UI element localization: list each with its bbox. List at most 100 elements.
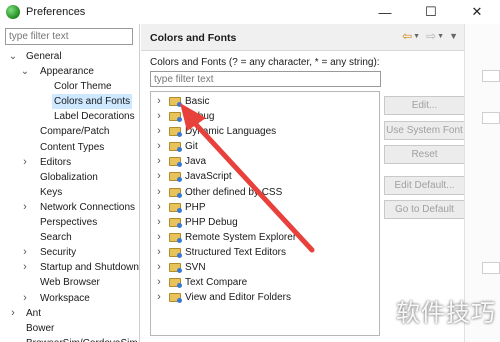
font-category-icon	[169, 172, 182, 183]
tree-item[interactable]: Globalization	[0, 170, 139, 185]
title-bar: Preferences — ☐ ✕	[0, 0, 500, 24]
list-item[interactable]: › Remote System Explorer	[151, 230, 379, 245]
edit-button[interactable]: Edit...	[384, 96, 465, 115]
tree-filter-input[interactable]	[5, 28, 133, 45]
go-to-default-button[interactable]: Go to Default	[384, 200, 465, 219]
expand-chevron-icon[interactable]: ›	[155, 215, 163, 230]
colors-filter-input[interactable]	[150, 71, 381, 87]
tree-item-label: Workspace	[40, 292, 90, 304]
list-item-label: JavaScript	[185, 171, 232, 183]
page-title: Colors and Fonts	[150, 32, 237, 44]
preferences-tree-panel: ⌄ General ⌄ Appearance Color ThemeColors and…	[0, 24, 140, 342]
tree-item[interactable]: › Network Connections	[0, 200, 139, 215]
tree-item-label: Label Decorations	[54, 111, 135, 123]
list-item[interactable]: › Debug	[151, 109, 379, 124]
tree-item[interactable]: Keys	[0, 185, 139, 200]
list-item[interactable]: › Basic	[151, 94, 379, 109]
forward-dropdown-icon[interactable]: ▼	[437, 33, 444, 40]
tree-item-label: Content Types	[40, 141, 105, 153]
tree-item[interactable]: Perspectives	[0, 215, 139, 230]
collapse-chevron-icon[interactable]: ›	[8, 306, 18, 321]
back-dropdown-icon[interactable]: ▼	[413, 33, 420, 40]
font-category-icon	[169, 232, 182, 243]
back-arrow-icon[interactable]: ⇦	[402, 29, 412, 43]
tree-item-label: Colors and Fonts	[52, 94, 133, 110]
list-item[interactable]: › Git	[151, 139, 379, 154]
close-button[interactable]: ✕	[454, 0, 500, 24]
page-description: Colors and Fonts (? = any character, * =…	[150, 57, 380, 68]
tree-item[interactable]: › Workspace	[0, 291, 139, 306]
tree-item-label: Network Connections	[40, 201, 136, 213]
list-item[interactable]: › SVN	[151, 260, 379, 275]
expand-chevron-icon[interactable]: ›	[155, 245, 163, 260]
list-item[interactable]: › JavaScript	[151, 169, 379, 184]
minimize-button[interactable]: —	[362, 0, 408, 24]
list-item[interactable]: › Dynamic Languages	[151, 124, 379, 139]
expand-chevron-icon[interactable]: ›	[155, 275, 163, 290]
expand-chevron-icon[interactable]: ›	[155, 169, 163, 184]
collapse-chevron-icon[interactable]: ›	[20, 260, 30, 275]
expand-chevron-icon[interactable]: ›	[155, 200, 163, 215]
tree-item[interactable]: ⌄ General	[0, 49, 139, 64]
tree-item[interactable]: Search	[0, 230, 139, 245]
tree-item[interactable]: Bower	[0, 321, 139, 336]
list-item[interactable]: › View and Editor Folders	[151, 290, 379, 305]
tree-item-label: Keys	[40, 186, 63, 198]
tree-item[interactable]: › Startup and Shutdown	[0, 260, 139, 275]
tree-item[interactable]: Colors and Fonts	[0, 94, 139, 110]
list-item-label: Debug	[185, 111, 215, 123]
tree-item[interactable]: Compare/Patch	[0, 124, 139, 139]
page-header: Colors and Fonts ⇦ ▼ ⇨ ▼ ▼	[141, 24, 464, 51]
collapse-chevron-icon[interactable]: ›	[20, 200, 30, 215]
tree-item[interactable]: Label Decorations	[0, 109, 139, 124]
list-item-label: Java	[185, 156, 207, 168]
tree-item-label: Perspectives	[40, 217, 98, 229]
list-item[interactable]: › PHP Debug	[151, 215, 379, 230]
expand-chevron-icon[interactable]: ›	[155, 260, 163, 275]
expand-chevron-icon[interactable]: ⌄	[20, 64, 30, 79]
tree-item[interactable]: Color Theme	[0, 79, 139, 94]
menu-dropdown-icon[interactable]: ▼	[449, 31, 458, 41]
font-category-icon	[169, 202, 182, 213]
tree-item[interactable]: BrowserSim/CordovaSim	[0, 336, 139, 342]
tree-item[interactable]: › Security	[0, 245, 139, 260]
list-item[interactable]: › Text Compare	[151, 275, 379, 290]
tree-item[interactable]: › Editors	[0, 155, 139, 170]
edit-default-button[interactable]: Edit Default...	[384, 176, 465, 195]
expand-chevron-icon[interactable]: ›	[155, 124, 163, 139]
list-item-label: Structured Text Editors	[185, 246, 286, 258]
expand-chevron-icon[interactable]: ⌄	[8, 49, 18, 64]
tree-item[interactable]: Web Browser	[0, 275, 139, 290]
tree-item-label: BrowserSim/CordovaSim	[26, 336, 138, 342]
expand-chevron-icon[interactable]: ›	[155, 185, 163, 200]
tree-item[interactable]: › Ant	[0, 306, 139, 321]
forward-arrow-icon[interactable]: ⇨	[426, 29, 436, 43]
expand-chevron-icon[interactable]: ›	[155, 154, 163, 169]
font-category-icon	[169, 293, 182, 304]
tree-item-label: Globalization	[40, 171, 98, 183]
expand-chevron-icon[interactable]: ›	[155, 109, 163, 124]
expand-chevron-icon[interactable]: ›	[155, 230, 163, 245]
list-item[interactable]: › Structured Text Editors	[151, 245, 379, 260]
use-system-font-button[interactable]: Use System Font	[384, 121, 465, 140]
collapse-chevron-icon[interactable]: ›	[20, 291, 30, 306]
list-item-label: View and Editor Folders	[185, 292, 291, 304]
tree-item[interactable]: ⌄ Appearance	[0, 64, 139, 79]
font-category-icon	[169, 263, 182, 274]
tree-item-label: Ant	[26, 307, 42, 319]
expand-chevron-icon[interactable]: ›	[155, 139, 163, 154]
list-item[interactable]: › Other defined by CSS	[151, 185, 379, 200]
list-item[interactable]: › Java	[151, 154, 379, 169]
maximize-button[interactable]: ☐	[408, 0, 454, 24]
expand-chevron-icon[interactable]: ›	[155, 94, 163, 109]
collapse-chevron-icon[interactable]: ›	[20, 155, 30, 170]
collapse-chevron-icon[interactable]: ›	[20, 245, 30, 260]
tree-item-label: Security	[40, 247, 77, 259]
expand-chevron-icon[interactable]: ›	[155, 290, 163, 305]
reset-button[interactable]: Reset	[384, 145, 465, 164]
tree-item-label: Web Browser	[40, 277, 100, 289]
list-item[interactable]: › PHP	[151, 200, 379, 215]
tree-item[interactable]: Content Types	[0, 140, 139, 155]
background-window-tab	[482, 262, 500, 274]
list-item-label: PHP Debug	[185, 216, 238, 228]
